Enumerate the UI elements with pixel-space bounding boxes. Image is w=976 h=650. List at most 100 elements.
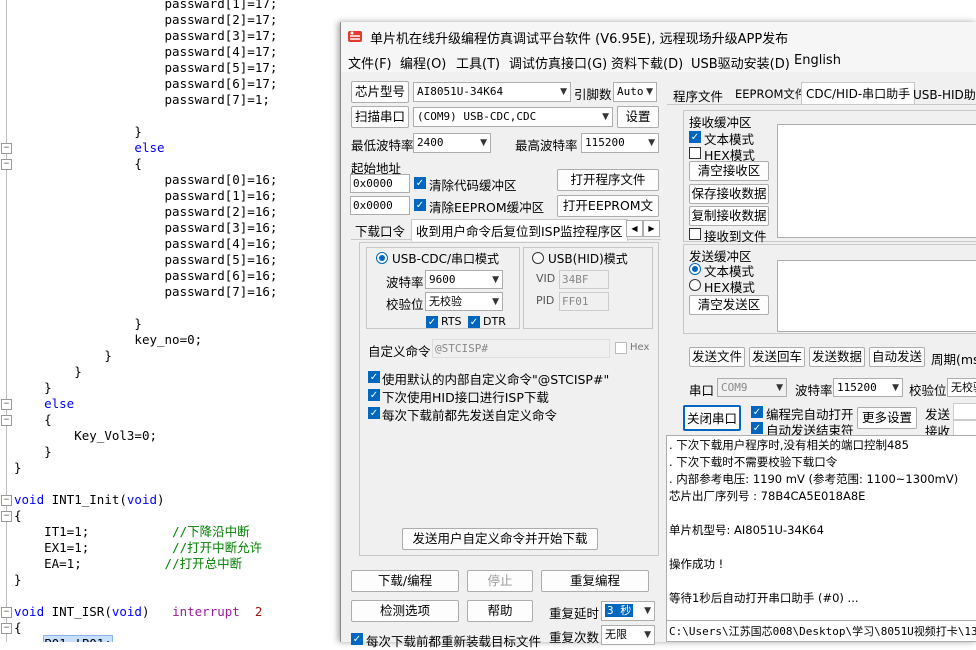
auto-open-checkbox[interactable]: ✓	[751, 406, 763, 418]
tab-program-file[interactable]: 程序文件	[673, 86, 723, 105]
open-program-file-button[interactable]: 打开程序文件	[557, 169, 659, 191]
scan-port-button[interactable]: 扫描串口	[351, 106, 409, 128]
retry-count-select[interactable]: 无限 ▼	[601, 625, 655, 645]
code-line[interactable]: passward[7]=1;	[14, 92, 270, 108]
tab-eeprom-file[interactable]: EEPROM文件	[735, 86, 806, 102]
code-line[interactable]: passward[3]=17;	[14, 28, 278, 44]
eeprom-start-address-input[interactable]: 0x0000	[350, 196, 410, 215]
code-line[interactable]: passward[3]=16;	[14, 220, 278, 236]
save-recv-button[interactable]: 保存接收数据	[689, 184, 769, 204]
clear-code-checkbox[interactable]: ✓	[414, 177, 426, 189]
menu-usb-driver[interactable]: USB驱动安装(D)	[691, 53, 790, 72]
code-line[interactable]: else	[14, 396, 74, 412]
send-command-before-download-checkbox[interactable]: ✓	[368, 407, 380, 419]
dtr-checkbox[interactable]: ✓	[468, 316, 480, 328]
code-line[interactable]: passward[6]=17;	[14, 76, 278, 92]
reload-file-checkbox[interactable]: ✓	[351, 633, 363, 645]
code-line[interactable]: {	[14, 156, 142, 172]
pin-count-select[interactable]: Auto ▼	[613, 82, 657, 102]
chip-model-button[interactable]: 芯片型号	[351, 81, 409, 103]
send-file-button[interactable]: 发送文件	[689, 347, 745, 367]
code-line[interactable]: passward[4]=17;	[14, 44, 278, 60]
code-line[interactable]: passward[5]=16;	[14, 252, 278, 268]
code-line[interactable]: Key_Vol3=0;	[14, 428, 157, 444]
menu-english[interactable]: English	[794, 53, 841, 68]
tab-scroll-right-icon[interactable]: ▶	[643, 220, 660, 237]
fold-toggle-icon[interactable]: −	[1, 511, 12, 522]
clear-eeprom-checkbox[interactable]: ✓	[414, 199, 426, 211]
tab-download-password[interactable]: 下载口令	[351, 221, 409, 240]
port-small-select[interactable]: COM9 ▼	[717, 378, 787, 397]
code-line[interactable]: passward[1]=16;	[14, 188, 278, 204]
custom-command-input[interactable]: @STCISP#	[432, 339, 610, 358]
use-hid-next-checkbox[interactable]: ✓	[368, 389, 380, 401]
settings-button[interactable]: 设置	[617, 106, 659, 128]
code-line[interactable]: }	[14, 364, 82, 380]
hex-checkbox[interactable]	[615, 342, 627, 354]
auto-send-end-checkbox[interactable]: ✓	[751, 422, 763, 434]
code-line[interactable]: {	[14, 508, 22, 524]
usb-cdc-radio[interactable]	[376, 252, 388, 264]
send-textarea[interactable]	[777, 260, 976, 332]
send-return-button[interactable]: 发送回车	[749, 347, 805, 367]
code-line[interactable]: passward[0]=16;	[14, 172, 278, 188]
send-data-button[interactable]: 发送数据	[809, 347, 865, 367]
code-line[interactable]: EX1=1; //打开中断允许	[14, 540, 262, 556]
max-baud-select[interactable]: 115200 ▼	[581, 133, 659, 153]
code-start-address-input[interactable]: 0x0000	[350, 174, 410, 193]
code-line[interactable]: passward[2]=17;	[14, 12, 278, 28]
send-text-mode-radio[interactable]	[689, 263, 701, 275]
code-line[interactable]: }	[14, 460, 22, 476]
code-line[interactable]: {	[14, 620, 22, 636]
code-line[interactable]: IT1=1; //下降沿中断	[14, 524, 250, 540]
recv-textarea[interactable]	[777, 124, 976, 238]
code-line[interactable]: passward[2]=16;	[14, 204, 278, 220]
code-line[interactable]: passward[7]=16;	[14, 284, 278, 300]
code-editor[interactable]: passward[1]=17; passward[2]=17; passward…	[0, 0, 340, 642]
code-line[interactable]: else	[14, 140, 164, 156]
code-line[interactable]: void INT1_Init(void)	[14, 492, 165, 508]
chip-model-select[interactable]: AI8051U-34K64 ▼	[413, 82, 571, 102]
fold-toggle-icon[interactable]: −	[1, 159, 12, 170]
clear-send-button[interactable]: 清空发送区	[689, 295, 769, 315]
code-line[interactable]: key_no=0;	[14, 332, 202, 348]
fold-toggle-icon[interactable]: −	[1, 623, 12, 634]
repeat-program-button[interactable]: 重复编程	[541, 570, 649, 592]
more-settings-button[interactable]: 更多设置	[857, 407, 917, 429]
help-button[interactable]: 帮助	[467, 600, 533, 622]
min-baud-select[interactable]: 2400 ▼	[413, 133, 491, 153]
fold-toggle-icon[interactable]: −	[1, 399, 12, 410]
rts-checkbox[interactable]: ✓	[426, 316, 438, 328]
title-bar[interactable]: 单片机在线升级编程仿真调试平台软件 (V6.95E), 远程现场升级APP发布	[341, 22, 976, 50]
send-custom-command-button[interactable]: 发送用户自定义命令并开始下载	[402, 528, 598, 550]
code-line[interactable]: }	[14, 124, 142, 140]
port-select[interactable]: (COM9) USB-CDC,CDC ▼	[413, 107, 613, 127]
recv-hex-mode-checkbox[interactable]	[689, 147, 701, 159]
menu-download[interactable]: 资料下载(D)	[611, 53, 683, 72]
check-options-button[interactable]: 检测选项	[351, 600, 459, 622]
tab-usb-hid[interactable]: USB-HID助手	[913, 86, 976, 103]
recv-text-mode-checkbox[interactable]: ✓	[689, 131, 701, 143]
usb-hid-radio[interactable]	[532, 252, 544, 264]
retry-delay-select[interactable]: 3 秒 ▼	[601, 601, 655, 621]
code-line[interactable]: EA=1; //打开总中断	[14, 556, 242, 572]
pid-input[interactable]: FF01	[559, 292, 609, 311]
use-default-command-checkbox[interactable]: ✓	[368, 371, 380, 383]
vid-input[interactable]: 34BF	[559, 270, 609, 289]
code-line[interactable]: }	[14, 348, 112, 364]
code-line[interactable]: passward[1]=17;	[14, 0, 278, 12]
code-line[interactable]: }	[14, 444, 52, 460]
code-line[interactable]: passward[4]=16;	[14, 236, 278, 252]
menu-tools[interactable]: 工具(T)	[456, 53, 500, 72]
code-line[interactable]: void INT_ISR(void) interrupt 2	[14, 604, 262, 620]
parity-select[interactable]: 无校验 ▼	[425, 292, 503, 311]
status-path-field[interactable]: C:\Users\江苏国芯008\Desktop\学习\8051U视频打卡\13…	[666, 620, 976, 642]
baud2-select[interactable]: 115200 ▼	[833, 378, 903, 397]
clear-recv-button[interactable]: 清空接收区	[689, 161, 769, 181]
fold-toggle-icon[interactable]: −	[1, 415, 12, 426]
code-line[interactable]: P01=!P01;	[14, 635, 113, 642]
baud-select[interactable]: 9600 ▼	[425, 270, 503, 289]
copy-recv-button[interactable]: 复制接收数据	[689, 206, 769, 226]
code-line[interactable]: passward[6]=16;	[14, 268, 278, 284]
close-port-button[interactable]: 关闭串口	[683, 405, 741, 431]
